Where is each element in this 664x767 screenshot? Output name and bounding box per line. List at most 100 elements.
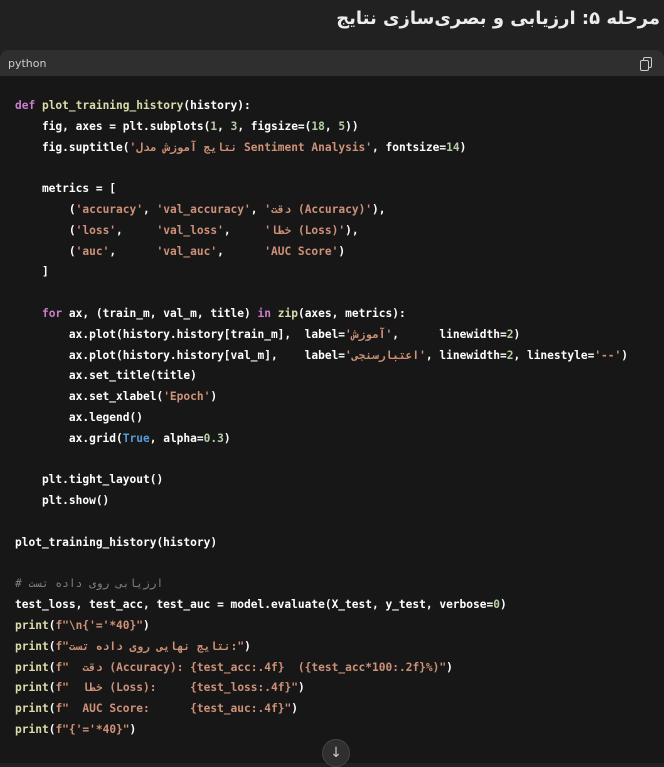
code-token: f" AUC Score: {test_auc:.4f}"	[55, 702, 292, 716]
code-language-label: python	[8, 56, 47, 70]
code-token: f"\n{'='*40}"	[55, 618, 143, 632]
code-token: 'خطا (Loss)'	[264, 223, 346, 237]
code-token: plot_training_history	[41, 99, 184, 112]
code-token: print	[15, 702, 49, 716]
code-token: )	[446, 660, 453, 674]
code-line: print(f"نتایج نهایی روی داده تست:")	[15, 637, 664, 658]
code-token: 'val_auc'	[156, 244, 218, 258]
code-token: f"نتایج نهایی روی داده تست:"	[55, 639, 245, 653]
code-line: ax.legend()	[15, 408, 664, 429]
code-token: def	[15, 99, 42, 112]
code-token: metrics = [	[15, 182, 117, 196]
code-token: , figsize=(	[237, 119, 312, 133]
code-line: metrics = [	[15, 179, 664, 200]
code-line: # ارزیابی روی داده تست	[15, 574, 664, 595]
code-token: )	[338, 244, 346, 258]
code-token: )	[129, 722, 137, 736]
code-line: ('loss', 'val_loss', 'خطا (Loss)'),	[15, 221, 664, 242]
code-token: ,	[217, 244, 265, 258]
code-token: , linewidth=	[425, 348, 507, 362]
code-token: ax.legend()	[15, 410, 143, 424]
code-line: plot_training_history(history)	[15, 533, 664, 554]
code-line: ​	[15, 283, 664, 304]
code-line: print(f"{'='*40}")	[15, 720, 664, 741]
code-line: ax.set_title(title)	[15, 366, 664, 387]
code-token: ax.set_xlabel(	[15, 390, 164, 404]
code-token: ax.grid(	[15, 431, 123, 445]
code-token: ,	[223, 223, 265, 237]
code-line: ('auc', 'val_auc', 'AUC Score')	[15, 242, 664, 263]
code-line: fig, axes = plt.subplots(1, 3, figsize=(…	[15, 117, 664, 138]
code-token: , linewidth=	[392, 327, 507, 341]
code-token: ax.plot(history.history[train_m], label=	[15, 327, 346, 341]
code-token: 'auc'	[75, 244, 110, 258]
code-line: for ax, (train_m, val_m, title) in zip(a…	[15, 304, 664, 325]
code-token: 2	[506, 327, 514, 341]
code-token: # ارزیابی روی داده تست	[15, 577, 164, 591]
code-token: )	[621, 348, 629, 362]
code-token: , fontsize=	[372, 140, 447, 154]
copy-icon[interactable]	[638, 55, 654, 71]
code-block: python def plot_training_history(history…	[0, 50, 664, 763]
code-token: (	[15, 202, 76, 216]
code-line: ​	[15, 450, 664, 471]
arrow-down-icon: ↓	[330, 745, 342, 761]
code-token: (	[15, 223, 76, 237]
code-line: ]	[15, 262, 664, 283]
code-token: 'اعتبارسنجی'	[345, 348, 426, 362]
code-line: plt.tight_layout()	[15, 470, 664, 491]
code-token: ),	[345, 223, 359, 237]
code-token: )	[513, 327, 521, 341]
code-content: def plot_training_history(history): fig,…	[0, 76, 664, 741]
code-token: )	[459, 140, 467, 154]
code-token: 14	[446, 140, 460, 154]
code-token: zip	[277, 306, 298, 320]
code-token: f" دقت (Accuracy): {test_acc:.4f} ({test…	[55, 660, 447, 674]
code-token: , linestyle=	[513, 348, 595, 362]
code-token: ax.set_title(title)	[15, 369, 197, 383]
code-token: print	[15, 660, 49, 674]
code-token: ax, (train_m, val_m, title)	[62, 306, 258, 320]
code-token: 'دقت (Accuracy)'	[264, 202, 373, 216]
code-token: print	[15, 639, 49, 653]
code-token: )	[143, 618, 150, 632]
code-token: ))	[345, 119, 359, 133]
code-token: )	[223, 431, 231, 445]
code-line: ('accuracy', 'val_accuracy', 'دقت (Accur…	[15, 200, 664, 221]
code-line: def plot_training_history(history):	[15, 96, 664, 117]
code-line: ​	[15, 158, 664, 179]
code-token: )	[297, 681, 305, 695]
code-line: print(f" خطا (Loss): {test_loss:.4f}")	[15, 678, 664, 699]
code-token: )	[291, 702, 298, 716]
code-token: test_loss, test_acc, test_auc = model.ev…	[15, 598, 494, 612]
code-token: )	[210, 390, 218, 404]
code-token: 'آموزش'	[345, 327, 393, 341]
code-token: plot_training_history(history)	[15, 535, 218, 549]
code-token: 0	[493, 598, 500, 612]
code-line: ax.plot(history.history[val_m], label='ا…	[15, 346, 664, 367]
code-token: 'Epoch'	[163, 390, 211, 404]
code-token: in	[257, 306, 271, 320]
code-token: ,	[142, 202, 157, 216]
code-line: ax.plot(history.history[train_m], label=…	[15, 325, 664, 346]
code-token: , alpha=	[149, 431, 204, 445]
code-token: fig, axes = plt.subplots(	[15, 119, 211, 133]
code-token: (axes, metrics):	[297, 306, 406, 320]
code-line: ax.set_xlabel('Epoch')	[15, 387, 664, 408]
code-token: 'val_accuracy'	[156, 202, 251, 216]
code-token: )	[499, 598, 507, 612]
code-token: plt.tight_layout()	[15, 473, 164, 487]
code-token: ,	[217, 119, 231, 133]
code-token: ,	[109, 244, 157, 258]
code-token: f"{'='*40}"	[55, 722, 130, 736]
code-token: (	[15, 244, 76, 258]
code-token: 'نتایج آموزش مدل Sentiment Analysis'	[129, 140, 373, 154]
code-token: print	[15, 681, 49, 695]
code-token: 0.3	[203, 431, 224, 445]
code-token: 'accuracy'	[75, 202, 143, 216]
code-token: 'val_loss'	[156, 223, 224, 237]
code-token: '--'	[594, 348, 622, 362]
code-token: (history):	[183, 99, 251, 112]
